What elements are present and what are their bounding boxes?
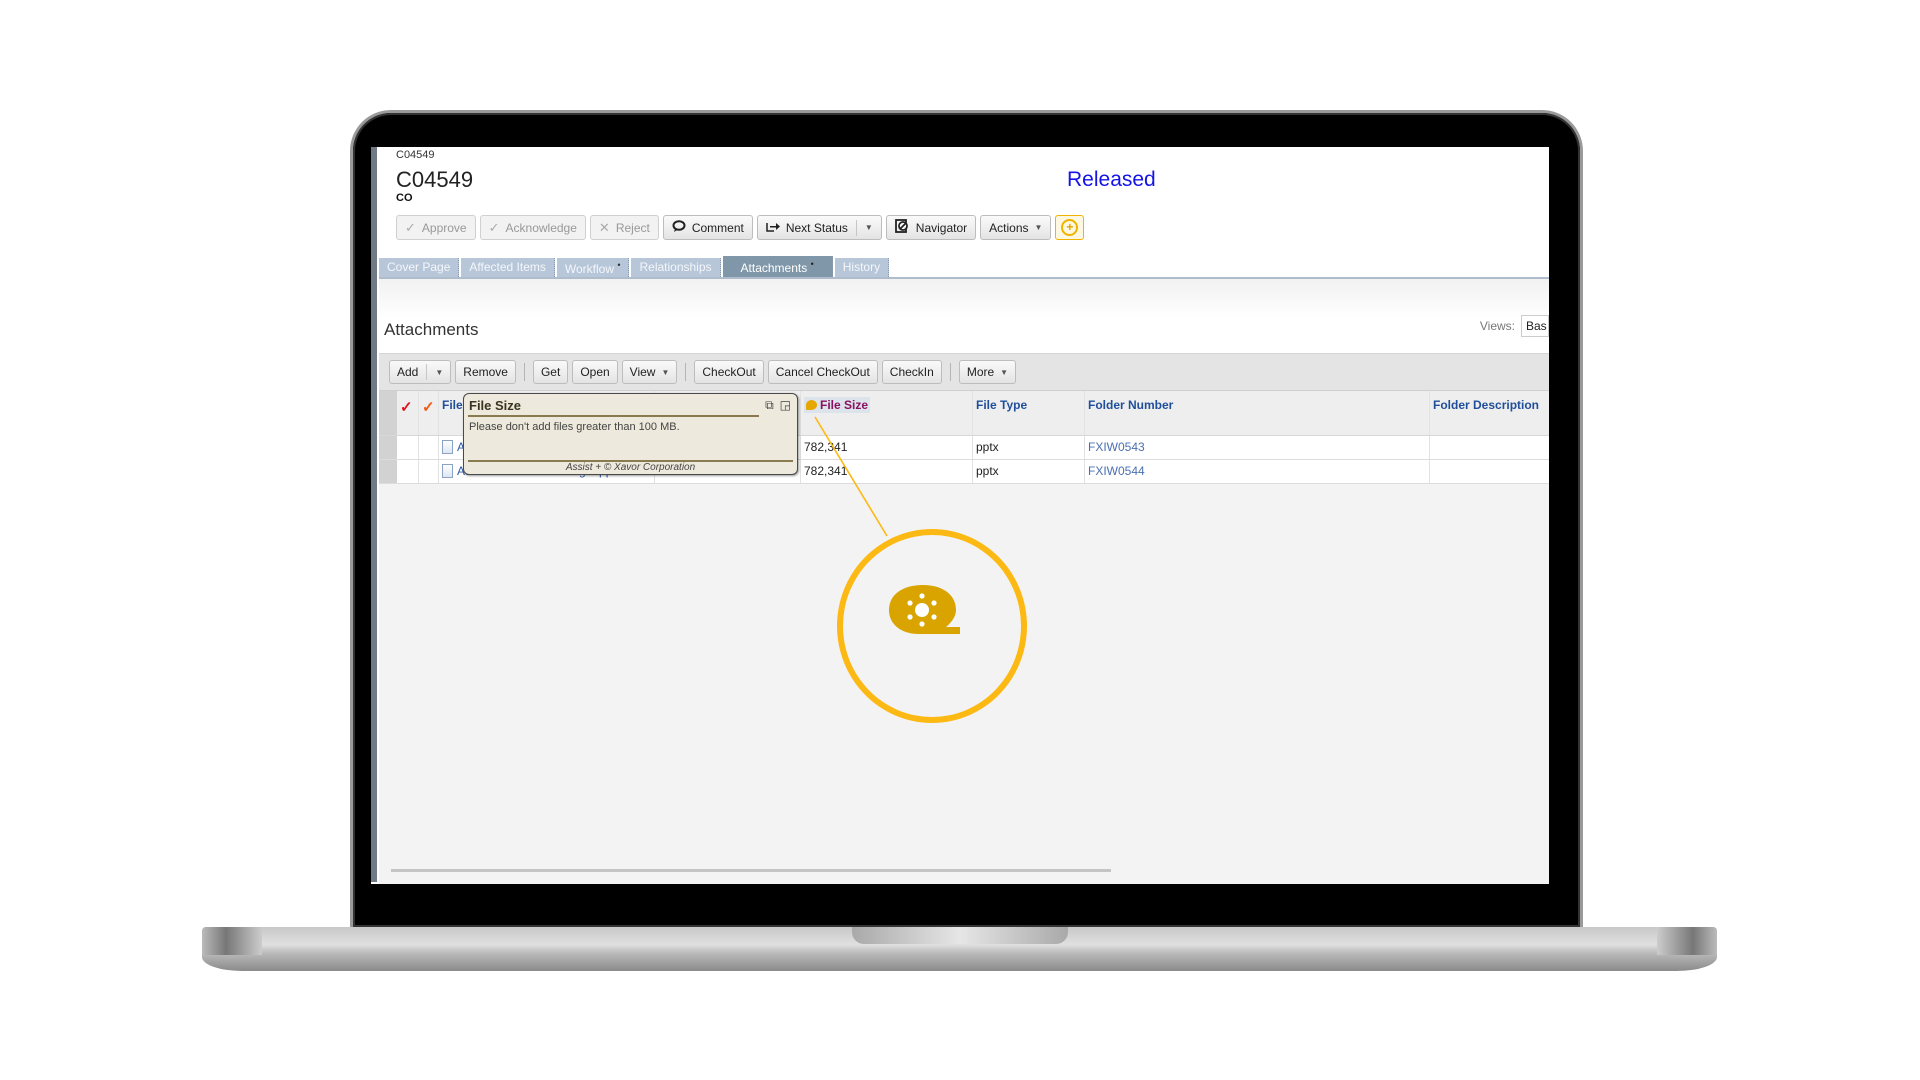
laptop-notch [852,927,1068,944]
callout-pointer-line [814,416,888,537]
assist-hint-icon-magnified [889,585,960,634]
laptop-screen: C04549 C04549 CO Released ✓ Approve ✓ Ac… [371,147,1549,884]
laptop-base-edge-right [1657,927,1717,955]
window-left-edge [371,147,377,882]
laptop-base-edge-left [202,927,262,955]
plm-record-page: C04549 C04549 CO Released ✓ Approve ✓ Ac… [379,147,1549,884]
